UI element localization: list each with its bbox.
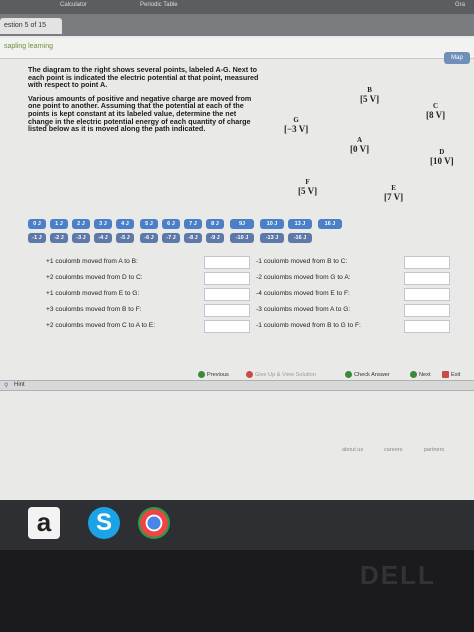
chip-pos[interactable]: 4 J xyxy=(116,219,134,229)
chip-neg[interactable]: -5 J xyxy=(116,233,134,243)
point-a: A [0 V] xyxy=(350,136,370,154)
top-bar: Calculator Periodic Table Gra xyxy=(0,0,474,14)
row-label-right: -1 coulomb moved from B to G to F: xyxy=(256,322,361,329)
point-c: C [8 V] xyxy=(426,102,446,120)
hint-icon: ⚲ xyxy=(4,383,9,389)
chip-pos[interactable]: 7 J xyxy=(184,219,202,229)
point-g: G [−3 V] xyxy=(284,116,309,134)
chip-neg[interactable]: -13 J xyxy=(260,233,284,243)
point-e: E [7 V] xyxy=(384,184,404,202)
hint-label: Hint xyxy=(14,382,25,388)
chip-pos[interactable]: 8 J xyxy=(206,219,224,229)
point-b: B [5 V] xyxy=(360,86,380,104)
chip-neg[interactable]: -3 J xyxy=(72,233,90,243)
answer-drop-box[interactable] xyxy=(404,272,450,285)
answer-drop-box[interactable] xyxy=(204,304,250,317)
chip-pos[interactable]: 0 J xyxy=(28,219,46,229)
problem-paragraph-2: Various amounts of positive and negative… xyxy=(28,93,252,134)
check-icon xyxy=(345,371,352,378)
chip-pos[interactable]: 1 J xyxy=(50,219,68,229)
give-up-icon xyxy=(246,371,253,378)
chip-pos[interactable]: 2 J xyxy=(72,219,90,229)
chip-pos[interactable]: 16 J xyxy=(318,219,342,229)
chip-neg[interactable]: -7 J xyxy=(162,233,180,243)
chip-pos[interactable]: 6 J xyxy=(162,219,180,229)
answer-drop-box[interactable] xyxy=(204,272,250,285)
tab-bar: estion 5 of 15 xyxy=(0,14,474,36)
point-d: D [10 V] xyxy=(430,148,454,166)
next-icon xyxy=(410,371,417,378)
problem-paragraph-1: The diagram to the right shows several p… xyxy=(28,65,259,90)
chip-neg[interactable]: -8 J xyxy=(184,233,202,243)
chip-neg[interactable]: -6 J xyxy=(140,233,158,243)
skype-app-icon[interactable]: S xyxy=(88,507,120,539)
row-label-right: -1 coulomb moved from B to C: xyxy=(256,258,348,265)
chip-pos[interactable]: 3 J xyxy=(94,219,112,229)
row-label-left: +3 coulombs moved from B to F: xyxy=(46,306,142,313)
app-header: sapling learning xyxy=(0,38,474,59)
chip-neg[interactable]: -9 J xyxy=(206,233,224,243)
exit-button[interactable]: Exit xyxy=(442,371,460,378)
answer-drop-box[interactable] xyxy=(404,288,450,301)
screen: Calculator Periodic Table Gra estion 5 o… xyxy=(0,0,474,500)
row-label-right: -3 coulombs moved from A to G: xyxy=(256,306,351,313)
answer-drop-box[interactable] xyxy=(204,256,250,269)
row-label-left: +1 coulomb moved from A to B: xyxy=(46,258,138,265)
answer-drop-box[interactable] xyxy=(204,288,250,301)
amazon-app-icon[interactable]: a xyxy=(28,507,60,539)
taskbar xyxy=(0,500,474,550)
row-label-left: +1 coulomb moved from E to G: xyxy=(46,290,140,297)
calculator-link[interactable]: Calculator xyxy=(60,2,87,8)
chip-neg[interactable]: -2 J xyxy=(50,233,68,243)
chip-neg[interactable]: -16 J xyxy=(288,233,312,243)
tab-question[interactable]: estion 5 of 15 xyxy=(0,18,62,34)
answer-drop-box[interactable] xyxy=(204,320,250,333)
chip-pos[interactable]: 9J xyxy=(230,219,254,229)
sapling-logo: sapling learning xyxy=(4,43,54,50)
next-button[interactable]: Next xyxy=(410,371,431,378)
answer-drop-box[interactable] xyxy=(404,320,450,333)
row-label-right: -2 coulombs moved from G to A: xyxy=(256,274,351,281)
chip-pos[interactable]: 13 J xyxy=(288,219,312,229)
chip-neg[interactable]: -10 J xyxy=(230,233,254,243)
hint-bar[interactable]: ⚲ Hint xyxy=(0,380,474,391)
periodic-table-link[interactable]: Periodic Table xyxy=(140,2,178,8)
row-label-left: +2 coulombs moved from C to A to E: xyxy=(46,322,156,329)
check-answer-button[interactable]: Check Answer xyxy=(345,371,390,378)
exit-icon xyxy=(442,371,449,378)
careers-link[interactable]: careers xyxy=(384,447,402,453)
problem-text: The diagram to the right shows several p… xyxy=(28,66,260,139)
chip-neg[interactable]: -4 J xyxy=(94,233,112,243)
chrome-app-icon[interactable] xyxy=(138,507,170,539)
map-button[interactable]: Map xyxy=(444,52,470,64)
grade-link[interactable]: Gra xyxy=(455,2,465,8)
answer-drop-box[interactable] xyxy=(404,256,450,269)
chip-pos[interactable]: 5 J xyxy=(140,219,158,229)
chip-neg[interactable]: -1 J xyxy=(28,233,46,243)
answer-drop-box[interactable] xyxy=(404,304,450,317)
row-label-right: -4 coulombs moved from E to F: xyxy=(256,290,350,297)
give-up-button[interactable]: Give Up & View Solution xyxy=(246,371,316,378)
point-f: F [5 V] xyxy=(298,178,318,196)
chip-pos[interactable]: 10 J xyxy=(260,219,284,229)
about-link[interactable]: about us xyxy=(342,447,363,453)
partners-link[interactable]: partners xyxy=(424,447,444,453)
previous-button[interactable]: Previous xyxy=(198,371,229,378)
dell-logo: DELL xyxy=(360,560,436,590)
previous-icon xyxy=(198,371,205,378)
row-label-left: +2 coulombs moved from D to C: xyxy=(46,274,143,281)
